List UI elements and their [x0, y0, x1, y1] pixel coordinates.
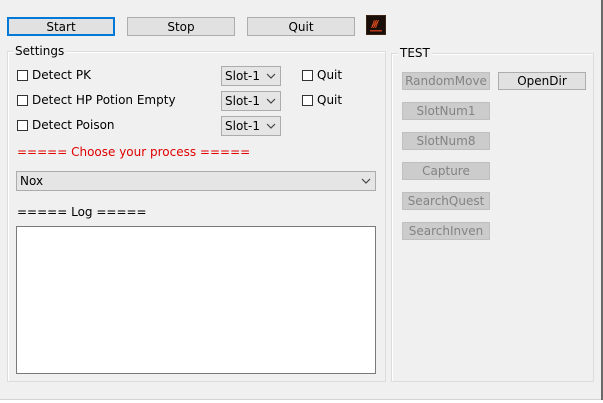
search-quest-button[interactable]: SearchQuest — [402, 192, 490, 210]
search-inven-label: SearchInven — [408, 224, 484, 238]
chevron-down-icon — [361, 178, 371, 184]
random-move-button[interactable]: RandomMove — [402, 72, 490, 90]
detect-pk-quit-row[interactable]: Quit — [302, 68, 342, 82]
slot-num1-button[interactable]: SlotNum1 — [402, 102, 490, 120]
process-select-value: Nox — [20, 174, 44, 188]
detect-hp-quit-row[interactable]: Quit — [302, 93, 342, 107]
capture-label: Capture — [422, 164, 470, 178]
detect-pk-label: Detect PK — [32, 68, 91, 82]
search-quest-label: SearchQuest — [407, 194, 485, 208]
game-logo-icon — [366, 15, 386, 35]
slot-num8-button[interactable]: SlotNum8 — [402, 132, 490, 150]
stop-button[interactable]: Stop — [127, 17, 235, 36]
detect-poison-row[interactable]: Detect Poison — [17, 118, 115, 132]
detect-poison-label: Detect Poison — [32, 118, 115, 132]
test-group-title: TEST — [398, 46, 432, 60]
detect-hp-checkbox[interactable] — [17, 94, 28, 106]
start-button-label: Start — [46, 19, 76, 34]
chevron-down-icon — [266, 73, 276, 79]
choose-process-label: ===== Choose your process ===== — [17, 145, 251, 159]
start-button[interactable]: Start — [7, 17, 115, 36]
detect-hp-slot-value: Slot-1 — [225, 94, 260, 108]
open-dir-label: OpenDir — [517, 74, 567, 88]
detect-pk-slot-value: Slot-1 — [225, 69, 260, 83]
game-logo-glyph — [370, 20, 382, 32]
detect-hp-quit-checkbox[interactable] — [302, 94, 313, 106]
settings-group-title: Settings — [13, 44, 67, 58]
quit-button[interactable]: Quit — [247, 17, 355, 36]
detect-hp-quit-label: Quit — [317, 93, 343, 107]
search-inven-button[interactable]: SearchInven — [402, 222, 490, 240]
random-move-label: RandomMove — [405, 74, 487, 88]
detect-pk-quit-checkbox[interactable] — [302, 69, 313, 81]
process-select[interactable]: Nox — [16, 171, 376, 191]
capture-button[interactable]: Capture — [402, 162, 490, 180]
detect-hp-label: Detect HP Potion Empty — [32, 93, 176, 107]
detect-hp-row[interactable]: Detect HP Potion Empty — [17, 93, 176, 107]
open-dir-button[interactable]: OpenDir — [498, 72, 586, 90]
quit-button-label: Quit — [288, 19, 314, 34]
slot-num8-label: SlotNum8 — [416, 134, 476, 148]
detect-pk-checkbox[interactable] — [17, 69, 28, 81]
slot-num1-label: SlotNum1 — [416, 104, 476, 118]
detect-poison-slot-value: Slot-1 — [225, 119, 260, 133]
detect-poison-slot-select[interactable]: Slot-1 — [221, 116, 281, 136]
chevron-down-icon — [266, 123, 276, 129]
detect-hp-slot-select[interactable]: Slot-1 — [221, 91, 281, 111]
log-textarea[interactable] — [16, 226, 376, 374]
detect-pk-quit-label: Quit — [317, 68, 343, 82]
detect-poison-checkbox[interactable] — [17, 119, 28, 131]
log-label: ===== Log ===== — [17, 205, 147, 219]
detect-pk-slot-select[interactable]: Slot-1 — [221, 66, 281, 86]
chevron-down-icon — [266, 98, 276, 104]
stop-button-label: Stop — [167, 19, 195, 34]
detect-pk-row[interactable]: Detect PK — [17, 68, 91, 82]
